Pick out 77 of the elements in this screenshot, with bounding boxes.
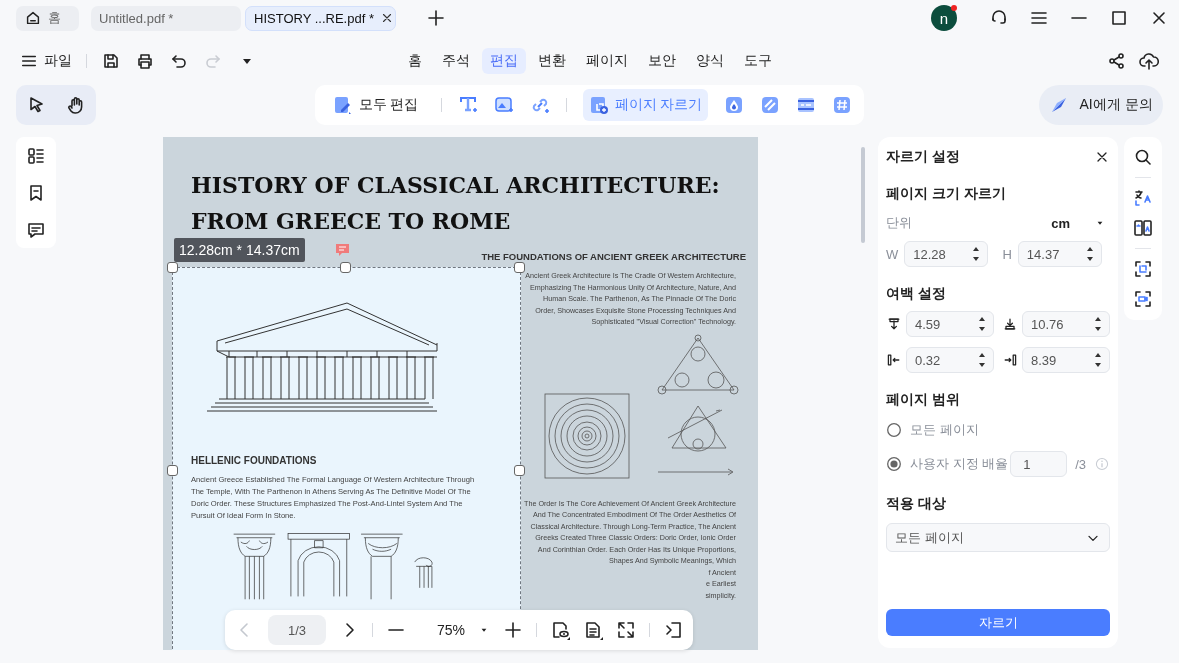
section-heading: HELLENIC FOUNDATIONS (191, 455, 318, 466)
zoom-level[interactable]: 75% (436, 622, 465, 638)
resize-handle[interactable] (340, 262, 351, 273)
radio-button[interactable] (886, 456, 902, 472)
crop-button[interactable]: 자르기 (886, 609, 1110, 636)
menu-tab[interactable]: 보안 (639, 47, 684, 74)
margin-input[interactable]: 8.39 (1022, 347, 1110, 373)
width-input[interactable]: 12.28 (904, 241, 989, 267)
fit-screen-icon[interactable] (616, 620, 636, 640)
left-margin-icon (886, 352, 902, 368)
radio-label: 사용자 지정 배율 (910, 455, 1009, 473)
resize-handle[interactable] (167, 262, 178, 273)
unit-dropdown[interactable]: cm (1051, 215, 1106, 231)
thumbnails-icon[interactable] (26, 145, 46, 166)
height-input[interactable]: 14.37 (1017, 241, 1102, 267)
menu-tab[interactable]: 주석 (433, 47, 478, 74)
maximize-icon[interactable] (1109, 8, 1129, 28)
view-mode-icon[interactable] (550, 620, 570, 640)
home-tab[interactable]: 홈 (16, 5, 79, 31)
document-tab[interactable]: Untitled.pdf * (91, 5, 241, 31)
crop-icon (588, 95, 609, 115)
section-heading: 페이지 범위 (886, 391, 961, 409)
menu-tab[interactable]: 변환 (529, 47, 574, 74)
section-heading: 페이지 크기 자르기 (886, 185, 1007, 203)
avatar[interactable]: n (931, 5, 957, 31)
resize-handle[interactable] (514, 465, 525, 476)
image-icon[interactable] (493, 95, 514, 115)
margin-input[interactable]: 0.32 (906, 347, 994, 373)
resize-handle[interactable] (167, 465, 178, 476)
screenshot-icon[interactable] (1133, 289, 1153, 309)
page-number-input[interactable]: 1 (1010, 451, 1068, 477)
search-icon[interactable] (1133, 147, 1153, 167)
zoom-in-icon[interactable] (503, 620, 523, 640)
text-icon[interactable] (457, 95, 478, 115)
right-margin-icon (1002, 352, 1018, 368)
bottom-margin-icon (1002, 316, 1018, 332)
margin-input[interactable]: 4.59 (906, 311, 994, 337)
menu-tab[interactable]: 도구 (735, 47, 780, 74)
margin-input[interactable]: 10.76 (1022, 311, 1110, 337)
compare-icon[interactable] (1133, 218, 1153, 238)
translate-icon[interactable] (1133, 188, 1153, 208)
share-icon[interactable] (1107, 50, 1127, 71)
pen-document-icon (332, 95, 353, 115)
page-number-field[interactable]: 1/3 (268, 615, 326, 645)
menu-tab[interactable]: 페이지 (577, 47, 636, 74)
document-tab[interactable]: HISTORY ...RE.pdf * (245, 5, 396, 31)
edit-all-button[interactable]: 모두 편집 (326, 89, 425, 121)
ask-ai-button[interactable]: AI에게 문의 (1039, 85, 1163, 125)
radio-label: 모든 페이지 (910, 421, 979, 439)
panel-title: 자르기 설정 (886, 148, 960, 166)
home-icon (24, 9, 42, 27)
header-footer-icon[interactable] (796, 95, 817, 115)
scrollbar-thumb[interactable] (861, 147, 865, 243)
section-heading: 적용 대상 (886, 495, 947, 513)
document-title: HISTORY OF CLASSICAL ARCHITECTURE: FROM GREECE TO ROME (191, 171, 721, 236)
crop-frame-icon[interactable] (1133, 259, 1153, 279)
menu-tab[interactable]: 홈 (399, 47, 430, 74)
field-label: H (1002, 246, 1012, 262)
field-label: W (886, 246, 899, 262)
menu-tab[interactable]: 양식 (687, 47, 732, 74)
file-menu-button[interactable]: 파일 (20, 51, 72, 70)
radio-button[interactable] (886, 422, 902, 438)
apply-to-dropdown[interactable]: 모든 페이지 (886, 523, 1110, 552)
cloud-upload-icon[interactable] (1139, 50, 1159, 71)
comment-marker-icon[interactable] (335, 243, 350, 257)
top-margin-icon (886, 316, 902, 332)
section-heading: THE FOUNDATIONS OF ANCIENT GREEK ARCHITECTURE (481, 251, 746, 262)
document-icon[interactable] (583, 620, 603, 640)
resize-handle[interactable] (514, 262, 525, 273)
menu-tab[interactable]: 편집 (481, 47, 526, 74)
field-label: 단위 (886, 214, 912, 232)
exit-icon[interactable] (663, 620, 683, 640)
droplet-icon[interactable] (724, 95, 745, 115)
page-total-label: /3 (1075, 456, 1086, 472)
section-heading: 여백 설정 (886, 285, 947, 303)
new-tab-icon[interactable] (426, 8, 446, 28)
size-tooltip: 12.28cm * 14.37cm (174, 238, 305, 262)
